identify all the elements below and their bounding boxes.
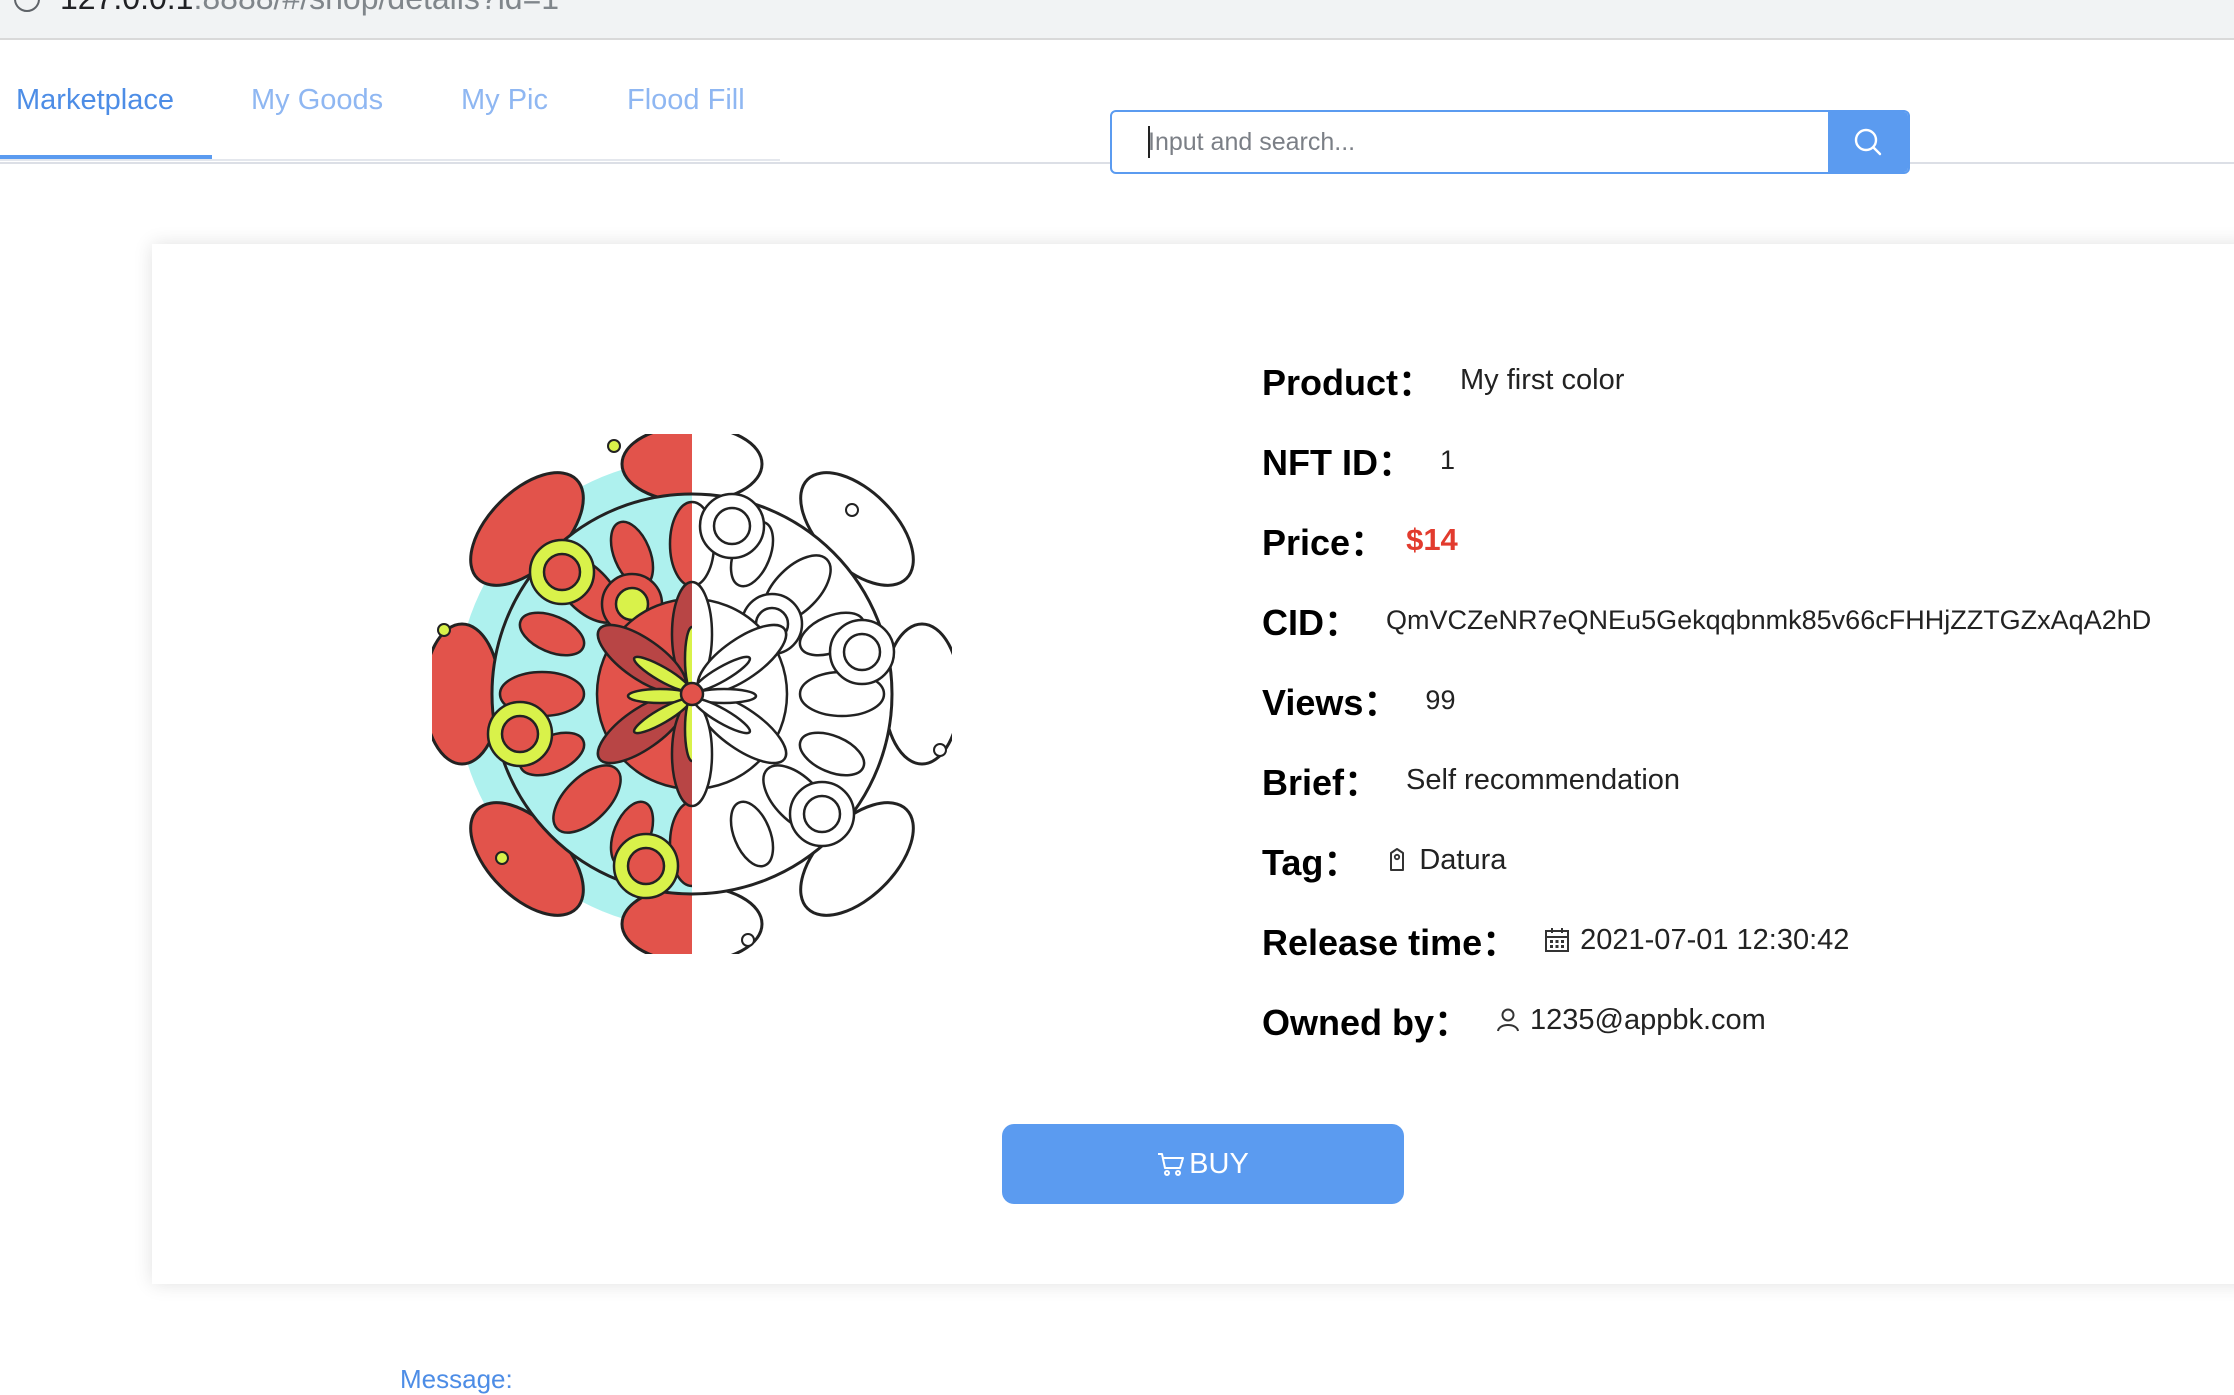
tag-value-wrap: Datura: [1385, 844, 1506, 877]
views-value: 99: [1425, 684, 1456, 715]
calendar-icon: [1545, 928, 1570, 952]
owner-wrap: 1235@appbk.com: [1496, 1004, 1766, 1037]
tab-my-pic[interactable]: My Pic: [461, 84, 548, 117]
release-time-value: 2021-07-01 12:30:42: [1580, 923, 1850, 956]
message-heading: Message:: [400, 1364, 513, 1394]
product-image-mandala: [432, 434, 952, 954]
row-owner: Owned by： 1235@appbk.com: [1262, 980, 2222, 1060]
tab-divider: [0, 159, 780, 161]
release-time-label: Release time：: [1262, 922, 1519, 963]
brief-value: Self recommendation: [1406, 763, 1681, 796]
tag-value: Datura: [1419, 843, 1507, 876]
search-button[interactable]: [1828, 112, 1908, 172]
row-tag: Tag： Datura: [1262, 820, 2222, 900]
owner-value: 1235@appbk.com: [1530, 1003, 1766, 1036]
nft-id-label: NFT ID：: [1262, 442, 1414, 483]
row-nft-id: NFT ID： 1: [1262, 420, 2222, 500]
price-value: $14: [1406, 522, 1458, 557]
tag-label: Tag：: [1262, 842, 1360, 883]
product-label: Product：: [1262, 362, 1435, 403]
tab-my-goods[interactable]: My Goods: [251, 84, 383, 117]
tag-icon: [1390, 848, 1405, 871]
top-nav: Marketplace My Goods My Pic Flood Fill: [0, 40, 2234, 174]
buy-button[interactable]: BUY: [1002, 1124, 1404, 1204]
user-icon: [1497, 1008, 1520, 1032]
url-rest: :8888/#/shop/details?id=1: [193, 0, 559, 16]
row-price: Price： $14: [1262, 500, 2222, 580]
cart-icon: [1158, 1153, 1185, 1176]
row-views: Views： 99: [1262, 660, 2222, 740]
search-input[interactable]: [1112, 112, 1828, 172]
owner-label: Owned by：: [1262, 1002, 1471, 1043]
product-info: Product： My first color NFT ID： 1 Price：…: [1262, 340, 2222, 1060]
views-label: Views：: [1262, 682, 1400, 723]
info-icon[interactable]: [14, 0, 40, 12]
search-box: [1110, 110, 1910, 174]
tab-marketplace[interactable]: Marketplace: [16, 84, 174, 117]
buy-label: BUY: [1189, 1147, 1249, 1180]
product-card: Product： My first color NFT ID： 1 Price：…: [152, 244, 2234, 1284]
release-time-wrap: 2021-07-01 12:30:42: [1544, 924, 1849, 957]
nft-id-value: 1: [1439, 444, 1456, 475]
cid-value: QmVCZeNR7eQNEu5Gekqqbnmk85v66cFHHjZZTGZx…: [1386, 604, 2152, 635]
brief-label: Brief：: [1262, 762, 1381, 803]
url-text[interactable]: 127.0.0.1:8888/#/shop/details?id=1: [60, 0, 559, 17]
tab-flood-fill[interactable]: Flood Fill: [627, 84, 745, 117]
price-label: Price：: [1262, 522, 1387, 563]
product-value: My first color: [1460, 363, 1625, 396]
cid-label: CID：: [1262, 602, 1360, 643]
row-release-time: Release time： 2021-07-01 12:30:42: [1262, 900, 2222, 980]
row-brief: Brief： Self recommendation: [1262, 740, 2222, 820]
url-host: 127.0.0.1: [60, 0, 193, 16]
browser-address-bar[interactable]: 127.0.0.1:8888/#/shop/details?id=1: [0, 0, 2234, 40]
search-icon: [1854, 128, 1882, 156]
row-product: Product： My first color: [1262, 340, 2222, 420]
row-cid: CID： QmVCZeNR7eQNEu5Gekqqbnmk85v66cFHHjZ…: [1262, 580, 2222, 660]
text-caret: [1148, 126, 1150, 158]
